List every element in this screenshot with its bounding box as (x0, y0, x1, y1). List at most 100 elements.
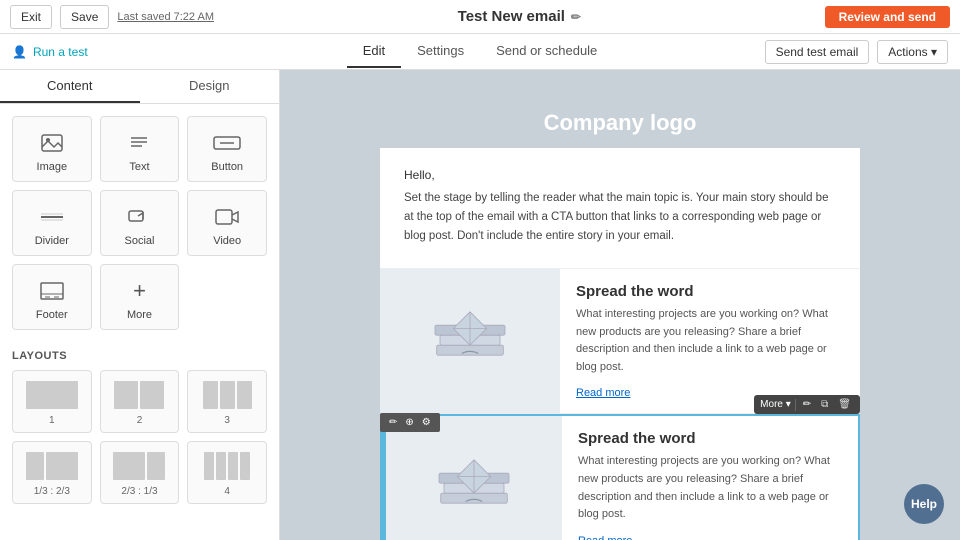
layouts-section: LAYOUTS 1 2 (0, 342, 279, 512)
layout-item-2-3-1-3[interactable]: 2/3 : 1/3 (100, 441, 180, 504)
sub-nav: 👤 Run a test Edit Settings Send or sched… (0, 34, 960, 70)
layout-item-2[interactable]: 2 (100, 370, 180, 433)
video-icon (194, 203, 260, 231)
layout-preview-2-3-1-3 (105, 450, 175, 482)
layout-preview-3 (192, 379, 262, 411)
email-title-text: Test New email (458, 8, 565, 25)
email-body: Hello, Set the stage by telling the read… (380, 148, 860, 540)
social-icon (107, 203, 173, 231)
row-settings-button[interactable]: ⚙ (419, 416, 434, 429)
row-edit-button[interactable]: ✏ (386, 416, 400, 429)
email-section-1-image (380, 269, 560, 413)
email-section-2: Spread the word What interesting project… (380, 414, 860, 540)
sidebar-tabs: Content Design (0, 70, 279, 104)
run-test-area[interactable]: 👤 Run a test (12, 45, 347, 59)
image-label: Image (19, 161, 85, 173)
layout-preview-4 (192, 450, 262, 482)
intro-body: Set the stage by telling the reader what… (404, 189, 836, 246)
email-wrapper: Company logo Hello, Set the stage by tel… (380, 90, 860, 520)
sidebar-tab-design[interactable]: Design (140, 70, 280, 103)
layout-label-3: 3 (192, 415, 262, 426)
more-label: More ▾ (760, 399, 791, 410)
email-section-2-image (382, 416, 562, 540)
content-item-image[interactable]: Image (12, 116, 92, 182)
save-button[interactable]: Save (60, 5, 109, 29)
video-label: Video (194, 235, 260, 247)
review-send-button[interactable]: Review and send (825, 6, 950, 28)
email-header-text: Company logo (380, 110, 860, 136)
layout-label-1-3-2-3: 1/3 : 2/3 (17, 486, 87, 497)
email-section-1-title: Spread the word (576, 283, 844, 300)
last-saved[interactable]: Last saved 7:22 AM (117, 11, 214, 23)
tab-settings[interactable]: Settings (401, 35, 480, 68)
layout-preview-2 (105, 379, 175, 411)
email-title: Test New email ✏ (458, 8, 581, 25)
section-delete-button[interactable]: 🗑 (835, 398, 854, 411)
sidebar-tab-content[interactable]: Content (0, 70, 140, 103)
blue-left-bar (382, 416, 386, 540)
actions-button[interactable]: Actions ▾ (877, 40, 948, 64)
sub-nav-right: Send test email Actions ▾ (613, 40, 948, 64)
content-item-text[interactable]: Text (100, 116, 180, 182)
layout-label-2-3-1-3: 2/3 : 1/3 (105, 486, 175, 497)
more-icon: + (107, 277, 173, 305)
divider-icon (19, 203, 85, 231)
button-label: Button (194, 161, 260, 173)
text-icon (107, 129, 173, 157)
send-test-button[interactable]: Send test email (765, 40, 870, 64)
canvas-area: Company logo Hello, Set the stage by tel… (280, 70, 960, 540)
email-intro: Hello, Set the stage by telling the read… (404, 166, 836, 246)
layout-item-3[interactable]: 3 (187, 370, 267, 433)
email-section-1: Spread the word What interesting project… (380, 269, 860, 414)
tab-send-schedule[interactable]: Send or schedule (480, 35, 613, 68)
email-section-2-body: What interesting projects are you workin… (578, 453, 842, 523)
layout-label-2: 2 (105, 415, 175, 426)
content-item-footer[interactable]: Footer (12, 264, 92, 330)
row-toolbar: ✏ ⊕ ⚙ (380, 413, 440, 432)
email-section-2-title: Spread the word (578, 430, 842, 447)
top-bar-left: Exit Save Last saved 7:22 AM (10, 5, 214, 29)
content-item-video[interactable]: Video (187, 190, 267, 256)
layout-preview-1-3-2-3 (17, 450, 87, 482)
content-item-more[interactable]: + More (100, 264, 180, 330)
content-grid: Image Text Button Divider (0, 104, 279, 342)
email-section-1-read-more[interactable]: Read more (576, 387, 630, 399)
text-label: Text (107, 161, 173, 173)
email-section-1-text: Spread the word What interesting project… (560, 269, 860, 413)
main-layout: Content Design Image Text Button (0, 70, 960, 540)
layouts-title: LAYOUTS (12, 350, 267, 362)
intro-hello: Hello, (404, 166, 836, 185)
content-item-divider[interactable]: Divider (12, 190, 92, 256)
email-section-2-text: Spread the word What interesting project… (562, 416, 858, 540)
content-item-social[interactable]: Social (100, 190, 180, 256)
layouts-grid: 1 2 3 (12, 370, 267, 504)
exit-button[interactable]: Exit (10, 5, 52, 29)
divider-label: Divider (19, 235, 85, 247)
top-bar-right: Review and send (825, 6, 950, 28)
email-section-2-read-more[interactable]: Read more (578, 535, 632, 540)
edit-icon[interactable]: ✏ (571, 10, 581, 24)
email-intro-section: Hello, Set the stage by telling the read… (380, 148, 860, 269)
image-icon (19, 129, 85, 157)
email-header: Company logo (380, 90, 860, 148)
tab-edit[interactable]: Edit (347, 35, 401, 68)
email-section-1-body: What interesting projects are you workin… (576, 306, 844, 376)
help-button[interactable]: Help (904, 484, 944, 524)
button-icon (194, 129, 260, 157)
section-copy-button[interactable]: ⧉ (818, 398, 831, 411)
layout-item-1[interactable]: 1 (12, 370, 92, 433)
row-move-button[interactable]: ⊕ (402, 416, 416, 429)
more-label: More (107, 309, 173, 321)
layout-label-1: 1 (17, 415, 87, 426)
user-icon: 👤 (12, 45, 27, 59)
email-section-2-wrapper: ✏ ⊕ ⚙ More ▾ ✏ ⧉ 🗑 (380, 414, 860, 540)
content-item-button[interactable]: Button (187, 116, 267, 182)
layout-item-1-3-2-3[interactable]: 1/3 : 2/3 (12, 441, 92, 504)
run-test-label[interactable]: Run a test (33, 45, 88, 59)
layout-item-4[interactable]: 4 (187, 441, 267, 504)
sidebar: Content Design Image Text Button (0, 70, 280, 540)
top-bar: Exit Save Last saved 7:22 AM Test New em… (0, 0, 960, 34)
section-edit-button[interactable]: ✏ (800, 398, 814, 411)
social-label: Social (107, 235, 173, 247)
footer-icon (19, 277, 85, 305)
